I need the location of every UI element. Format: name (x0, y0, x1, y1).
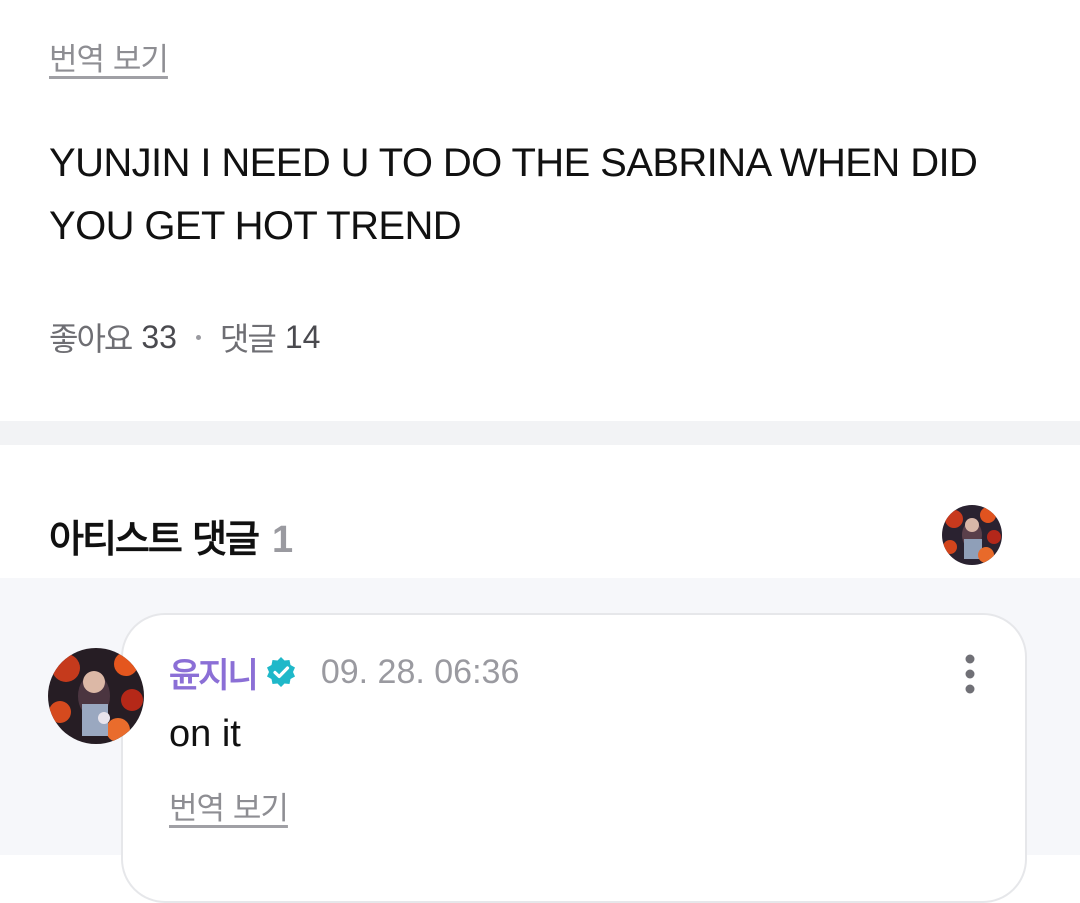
comment-text: on it (169, 713, 241, 755)
avatar-image-icon (48, 648, 144, 744)
comment-author-name[interactable]: 윤지니 (169, 648, 259, 697)
post-stats: 좋아요 33 댓글 14 (49, 314, 320, 360)
section-divider (0, 421, 1080, 445)
comment-author-row: 윤지니 09. 28. 06:36 (169, 648, 520, 697)
post-body: YUNJIN I NEED U TO DO THE SABRINA WHEN D… (49, 141, 978, 248)
comments-label[interactable]: 댓글 (220, 314, 277, 360)
avatar-image-icon (942, 505, 1002, 565)
translate-button[interactable]: 번역 보기 (49, 34, 169, 79)
more-vertical-icon[interactable] (954, 652, 986, 696)
comment-translate-button[interactable]: 번역 보기 (169, 783, 289, 828)
comments-count[interactable]: 14 (285, 319, 321, 356)
comment-timestamp: 09. 28. 06:36 (320, 652, 520, 691)
comment-author-avatar[interactable] (48, 648, 144, 744)
artist-comments-title: 아티스트 댓글 (49, 517, 260, 561)
artist-comments-count: 1 (272, 519, 294, 561)
separator-dot (195, 334, 201, 340)
likes-label: 좋아요 (49, 320, 133, 358)
likes-count: 33 (141, 318, 177, 355)
artist-profile-avatar[interactable] (942, 505, 1002, 565)
verified-badge-icon (265, 656, 297, 688)
artist-comments-header: 아티스트 댓글 1 (49, 508, 293, 563)
